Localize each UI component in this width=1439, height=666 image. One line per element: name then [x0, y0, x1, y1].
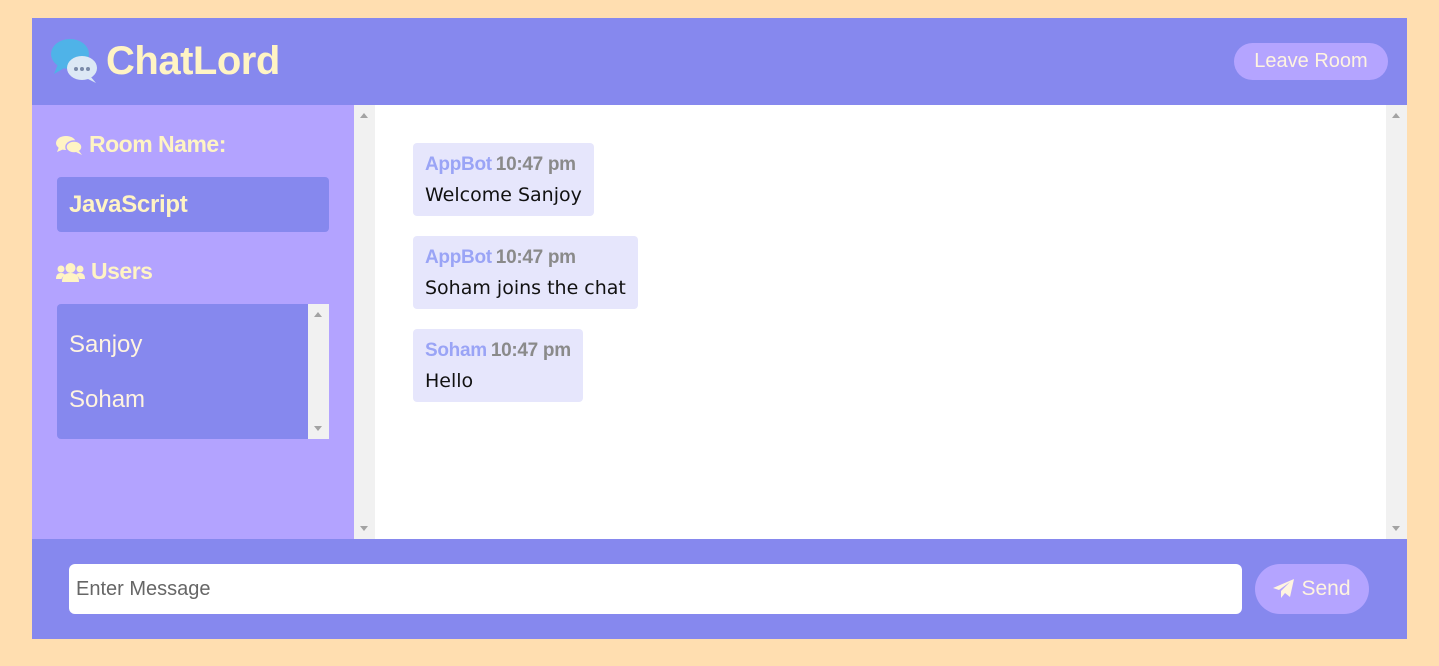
message-text: Soham joins the chat: [425, 277, 626, 299]
comments-icon: [56, 135, 83, 155]
send-button[interactable]: Send: [1255, 564, 1369, 614]
users-heading: Users: [56, 258, 153, 285]
user-item: Soham: [69, 386, 146, 413]
scroll-down-icon[interactable]: [1392, 526, 1400, 531]
chat-app: ChatLord Leave Room Room Name: JavaScrip…: [32, 18, 1407, 639]
scroll-up-icon[interactable]: [314, 312, 322, 317]
message: AppBot 10:47 pm Soham joins the chat: [413, 236, 638, 309]
send-label: Send: [1301, 577, 1351, 600]
chat-bubbles-icon: [51, 39, 97, 83]
message-list: AppBot 10:47 pm Welcome Sanjoy AppBot 10:4…: [413, 143, 638, 422]
chat-scrollbar[interactable]: [1386, 105, 1407, 539]
sidebar: Room Name: JavaScript Users Sanjoy Soham: [32, 105, 354, 539]
users-icon: [56, 262, 85, 282]
message-time: 10:47 pm: [490, 340, 571, 361]
header: ChatLord Leave Room: [32, 18, 1407, 105]
message-time: 10:47 pm: [495, 154, 576, 175]
scroll-down-icon[interactable]: [360, 526, 368, 531]
chat-messages-panel: AppBot 10:47 pm Welcome Sanjoy AppBot 10:4…: [354, 105, 1407, 539]
chat-scrollbar-left[interactable]: [354, 105, 375, 539]
message: Soham 10:47 pm Hello: [413, 329, 583, 402]
message-text: Welcome Sanjoy: [425, 184, 582, 206]
message-time: 10:47 pm: [495, 247, 576, 268]
room-heading-label: Room Name:: [89, 131, 226, 157]
logo: ChatLord: [50, 36, 280, 86]
room-heading: Room Name:: [56, 131, 226, 158]
message-author: AppBot: [425, 154, 492, 175]
message-input[interactable]: [69, 564, 1242, 614]
message-author: AppBot: [425, 247, 492, 268]
scroll-up-icon[interactable]: [360, 113, 368, 118]
leave-room-button[interactable]: Leave Room: [1234, 43, 1388, 80]
users-heading-label: Users: [91, 258, 153, 284]
room-name: JavaScript: [57, 177, 329, 232]
message-author: Soham: [425, 340, 487, 361]
scroll-up-icon[interactable]: [1392, 113, 1400, 118]
app-title: ChatLord: [106, 39, 280, 83]
scroll-down-icon[interactable]: [314, 426, 322, 431]
message-composer: Send: [32, 539, 1407, 639]
paper-plane-icon: [1273, 579, 1295, 598]
users-list: Sanjoy Soham: [57, 304, 329, 439]
users-scrollbar[interactable]: [308, 304, 329, 439]
user-item: Sanjoy: [69, 331, 143, 358]
message: AppBot 10:47 pm Welcome Sanjoy: [413, 143, 594, 216]
message-text: Hello: [425, 370, 474, 392]
